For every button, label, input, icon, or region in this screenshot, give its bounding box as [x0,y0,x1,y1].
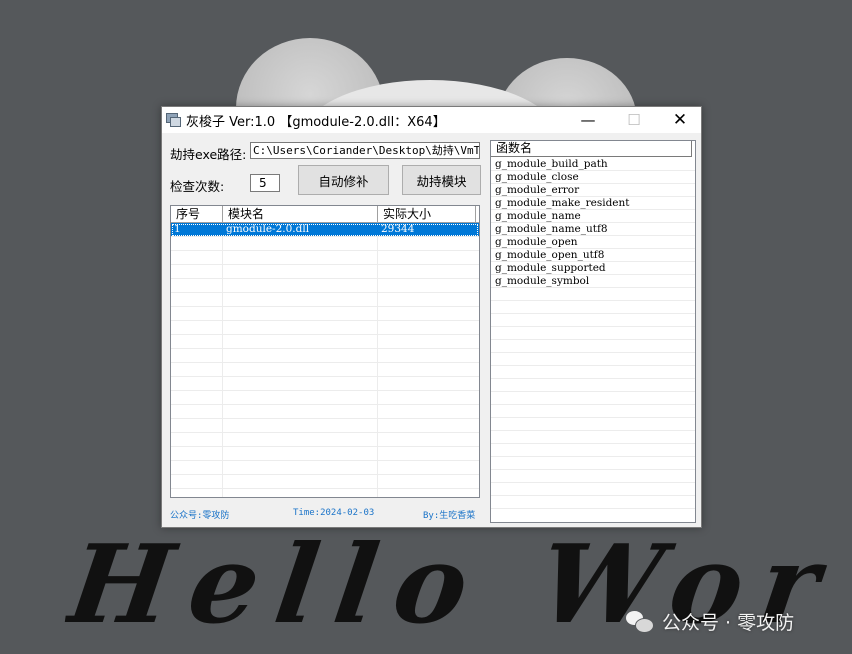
list-item[interactable]: g_module_build_path [491,158,695,171]
list-item[interactable]: g_module_symbol [491,275,695,288]
status-time: Time:2024-02-03 [293,508,375,518]
function-rows: g_module_build_path g_module_close g_mod… [491,158,695,509]
module-table-header: 序号 模块名 实际大小 [171,206,479,223]
empty-row [491,457,695,470]
column-header-actual-size[interactable]: 实际大小 [378,206,476,222]
empty-row [491,301,695,314]
status-account: 公众号:零攻防 [170,511,230,521]
title-bar[interactable]: 灰梭子 Ver:1.0 【gmodule-2.0.dll：X64】 — ☐ ✕ [162,107,701,133]
module-table[interactable]: 序号 模块名 实际大小 1 gmodule-2.0.dll 29344 [170,205,480,498]
exe-path-label: 劫持exe路径: [170,147,247,162]
wechat-logo-icon [626,609,654,633]
empty-row [491,405,695,418]
list-item[interactable]: g_module_close [491,171,695,184]
app-window: 灰梭子 Ver:1.0 【gmodule-2.0.dll：X64】 — ☐ ✕ … [161,106,702,528]
empty-row [491,470,695,483]
status-author: By:生吃香菜 [423,511,476,521]
empty-row [491,327,695,340]
column-header-function-name[interactable]: 函数名 [491,141,692,157]
empty-row [171,419,479,433]
empty-row [171,447,479,461]
empty-row [491,431,695,444]
empty-row [171,363,479,377]
empty-row [171,475,479,489]
column-header-module-name[interactable]: 模块名 [223,206,378,222]
empty-row [491,496,695,509]
empty-row [491,366,695,379]
maximize-button[interactable]: ☐ [611,107,657,133]
empty-row [491,353,695,366]
wechat-watermark: 公众号 · 零攻防 [626,607,794,635]
module-size: 29344 [381,223,415,235]
list-item[interactable]: g_module_make_resident [491,197,695,210]
empty-row [171,335,479,349]
empty-row [491,483,695,496]
empty-row [171,279,479,293]
empty-row [171,391,479,405]
check-count-label: 检查次数: [170,179,225,194]
module-rows: 1 gmodule-2.0.dll 29344 [171,223,479,497]
empty-row [491,314,695,327]
list-item[interactable]: g_module_name_utf8 [491,223,695,236]
table-row[interactable]: 1 gmodule-2.0.dll 29344 [171,223,479,237]
module-index: 1 [174,223,181,235]
empty-row [491,418,695,431]
exe-path-input[interactable]: C:\Users\Coriander\Desktop\劫持\VmTOol [250,142,480,159]
list-item[interactable]: g_module_open [491,236,695,249]
empty-row [491,340,695,353]
check-count-input[interactable]: 5 [250,174,280,192]
list-item[interactable]: g_module_open_utf8 [491,249,695,262]
empty-row [491,392,695,405]
empty-row [171,251,479,265]
list-item[interactable]: g_module_name [491,210,695,223]
empty-row [171,461,479,475]
minimize-button[interactable]: — [565,107,611,133]
empty-row [171,377,479,391]
empty-row [491,288,695,301]
empty-row [171,307,479,321]
watermark-text: 公众号 · 零攻防 [662,611,795,634]
empty-row [171,321,479,335]
auto-patch-button[interactable]: 自动修补 [298,165,389,195]
empty-row [491,379,695,392]
window-title: 灰梭子 Ver:1.0 【gmodule-2.0.dll：X64】 [186,115,446,130]
app-windows-icon [166,113,181,127]
list-item[interactable]: g_module_supported [491,262,695,275]
list-item[interactable]: g_module_error [491,184,695,197]
function-table[interactable]: 函数名 g_module_build_path g_module_close g… [490,140,696,523]
empty-row [171,433,479,447]
empty-row [171,405,479,419]
empty-row [491,444,695,457]
empty-row [171,293,479,307]
empty-row [171,489,479,497]
empty-row [171,349,479,363]
empty-row [171,237,479,251]
empty-row [171,265,479,279]
hijack-module-button[interactable]: 劫持模块 [402,165,481,195]
module-name: gmodule-2.0.dll [226,223,310,235]
close-button[interactable]: ✕ [657,107,703,133]
column-header-index[interactable]: 序号 [171,206,223,222]
